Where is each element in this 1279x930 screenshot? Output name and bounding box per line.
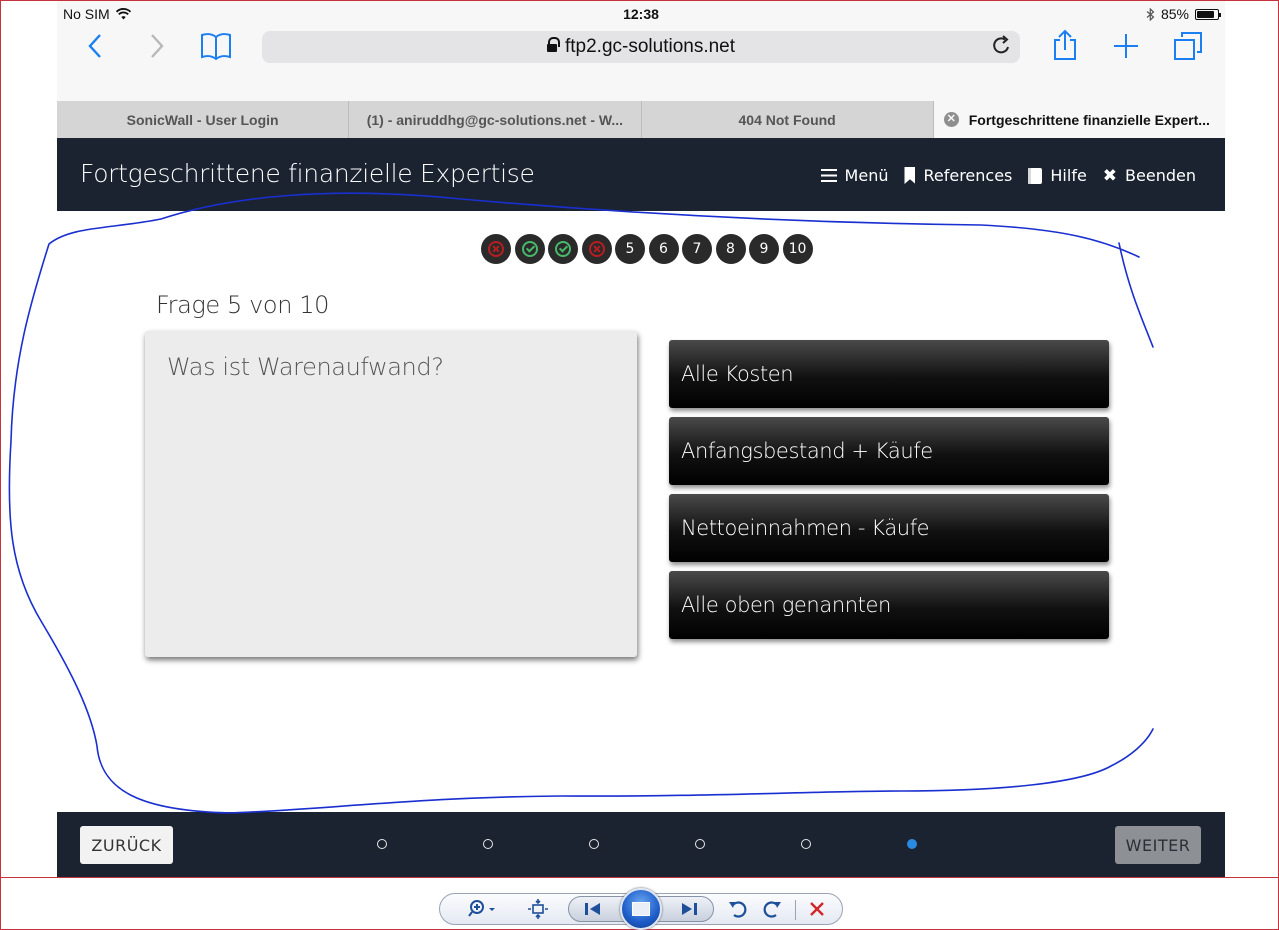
browser-tab-active[interactable]: ✕ Fortgeschrittene finanzielle Expert... <box>933 101 1225 138</box>
slide-dot[interactable] <box>695 839 705 849</box>
slideshow-icon <box>632 902 650 916</box>
question-progress-dot[interactable] <box>581 234 612 264</box>
question-progress-dot[interactable]: 8 <box>715 234 746 264</box>
exit-label: Beenden <box>1125 166 1196 185</box>
battery-icon <box>1195 8 1221 20</box>
close-icon: ✖ <box>1102 165 1118 186</box>
answer-label: Anfangsbestand + Käufe <box>681 439 933 463</box>
bookmark-icon <box>904 167 916 184</box>
incorrect-icon <box>588 241 605 257</box>
slide-dot[interactable] <box>377 839 387 849</box>
forward-arrow-icon[interactable] <box>149 33 165 59</box>
menu-button[interactable]: Menü <box>820 166 889 185</box>
question-progress-dot[interactable] <box>481 234 511 264</box>
clock: 12:38 <box>623 6 659 22</box>
answer-list: Alle Kosten Anfangsbestand + Käufe Netto… <box>669 340 1109 648</box>
help-button[interactable]: Hilfe <box>1028 166 1087 185</box>
ios-status-bar: No SIM 12:38 85% <box>57 1 1225 27</box>
browser-tab-strip: SonicWall - User Login (1) - aniruddhg@g… <box>57 101 1225 138</box>
photo-viewer-strip <box>1 877 1278 930</box>
question-progress-dot[interactable]: 10 <box>782 234 813 264</box>
rotate-counterclockwise-icon[interactable] <box>728 899 748 919</box>
answer-option[interactable]: Alle oben genannten <box>669 571 1109 639</box>
question-progress-dot[interactable]: 7 <box>682 234 712 264</box>
references-button[interactable]: References <box>904 166 1012 185</box>
lock-icon <box>546 37 560 54</box>
previous-image-icon[interactable] <box>584 900 602 918</box>
correct-check-icon <box>521 241 538 257</box>
answer-option[interactable]: Nettoeinnahmen - Käufe <box>669 494 1109 562</box>
quiz-content: 5 6 7 8 9 10 Frage 5 von 10 Was ist Warenaufw… <box>57 211 1225 812</box>
photo-viewer-controls <box>439 888 843 930</box>
bluetooth-icon <box>1146 7 1155 21</box>
tab-label: Fortgeschrittene finanzielle Expert... <box>968 111 1210 128</box>
tab-label: (1) - aniruddhg@gc-solutions.net - W... <box>366 111 624 128</box>
question-progress-dot[interactable]: 9 <box>749 234 779 264</box>
slide-dot[interactable] <box>483 839 493 849</box>
question-progress-dot[interactable]: 5 <box>615 234 645 264</box>
slideshow-button[interactable] <box>620 888 662 930</box>
url-text: ftp2.gc-solutions.net <box>564 36 736 57</box>
slide-dot[interactable] <box>801 839 811 849</box>
answer-label: Alle oben genannten <box>681 593 891 617</box>
course-nav: Menü References Hilfe ✖ Beenden <box>820 166 1196 185</box>
back-arrow-icon[interactable] <box>87 33 103 59</box>
question-text: Was ist Warenaufwand? <box>167 353 444 381</box>
back-button[interactable]: ZURÜCK <box>80 826 173 864</box>
list-menu-icon <box>820 169 837 182</box>
question-number: 5 <box>625 241 635 257</box>
answer-option[interactable]: Alle Kosten <box>669 340 1109 408</box>
question-number: 6 <box>659 241 668 257</box>
question-progress: 5 6 7 8 9 10 <box>481 234 813 264</box>
share-icon[interactable] <box>1052 29 1078 61</box>
rotate-clockwise-icon[interactable] <box>762 899 782 919</box>
close-tab-icon[interactable]: ✕ <box>943 112 959 127</box>
course-header: Fortgeschrittene finanzielle Expertise M… <box>57 138 1225 211</box>
references-label: References <box>923 166 1013 185</box>
toolbar-divider <box>795 900 796 920</box>
next-image-icon[interactable] <box>680 900 698 918</box>
question-progress-dot[interactable] <box>514 234 545 264</box>
correct-check-icon <box>555 241 571 257</box>
delete-icon[interactable] <box>809 901 825 917</box>
incorrect-icon <box>488 241 504 257</box>
tab-label: 404 Not Found <box>738 111 836 128</box>
screenshot-margin <box>1 1 57 101</box>
exit-button[interactable]: ✖ Beenden <box>1103 166 1196 185</box>
next-button[interactable]: WEITER <box>1115 826 1201 864</box>
book-icon <box>1028 167 1043 184</box>
browser-tab[interactable]: SonicWall - User Login <box>57 101 350 138</box>
tabs-overview-icon[interactable] <box>1173 31 1203 61</box>
battery-percent: 85% <box>1160 6 1189 22</box>
question-number: 7 <box>692 241 702 257</box>
browser-tab[interactable]: 404 Not Found <box>642 101 934 138</box>
course-title: Fortgeschrittene finanzielle Expertise <box>80 159 535 188</box>
slide-dot[interactable] <box>907 839 917 849</box>
fit-to-window-icon[interactable] <box>528 899 548 919</box>
zoom-icon[interactable] <box>468 899 498 919</box>
course-footer: ZURÜCK WEITER <box>57 812 1225 877</box>
question-progress-dot[interactable]: 6 <box>648 234 679 264</box>
question-progress-dot[interactable] <box>548 234 578 264</box>
answer-option[interactable]: Anfangsbestand + Käufe <box>669 417 1109 485</box>
question-number: 8 <box>726 241 735 257</box>
slide-indicator <box>377 839 917 849</box>
slide-dot[interactable] <box>589 839 599 849</box>
answer-label: Alle Kosten <box>681 362 794 386</box>
browser-toolbar: ftp2.gc-solutions.net <box>57 27 1225 101</box>
bookmarks-book-icon[interactable] <box>200 32 232 60</box>
menu-label: Menü <box>844 166 889 185</box>
question-number: 10 <box>788 241 807 257</box>
question-card: Was ist Warenaufwand? <box>145 331 637 657</box>
tab-label: SonicWall - User Login <box>126 111 279 128</box>
new-tab-plus-icon[interactable] <box>1113 33 1139 59</box>
question-counter: Frage 5 von 10 <box>156 291 329 319</box>
help-label: Hilfe <box>1050 166 1087 185</box>
url-bar[interactable]: ftp2.gc-solutions.net <box>262 31 1020 63</box>
answer-label: Nettoeinnahmen - Käufe <box>681 516 930 540</box>
question-number: 9 <box>759 241 769 257</box>
browser-tab[interactable]: (1) - aniruddhg@gc-solutions.net - W... <box>349 101 642 138</box>
reload-icon[interactable] <box>992 34 1012 56</box>
